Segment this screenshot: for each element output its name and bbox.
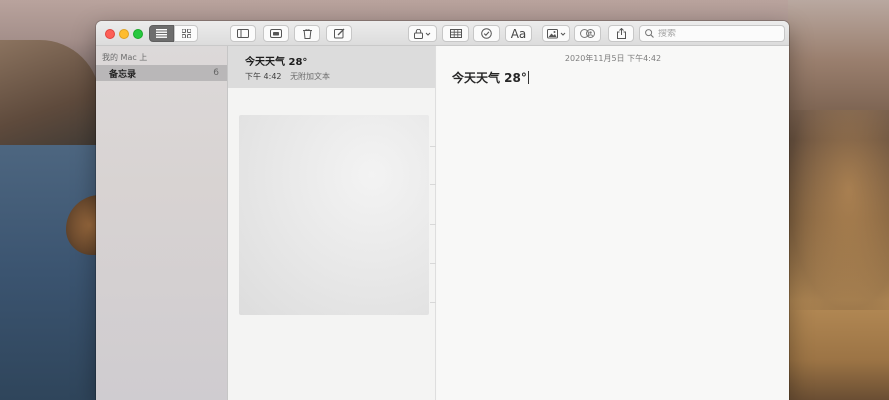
compose-icon — [333, 28, 345, 39]
sidebar-toggle-icon — [237, 29, 249, 38]
search-icon — [645, 29, 654, 38]
table-icon — [449, 29, 462, 38]
note-editor[interactable]: 2020年11月5日 下午4:42 今天天气 28° — [437, 46, 789, 400]
compose-button[interactable] — [326, 25, 352, 42]
list-divider — [430, 146, 436, 147]
desktop-sea — [0, 145, 100, 400]
desktop-hill — [0, 40, 100, 150]
sidebar-item-label: 备忘录 — [109, 69, 137, 80]
format-label: Aa — [510, 26, 527, 41]
add-people-icon — [580, 29, 595, 38]
note-thumbnail — [239, 115, 429, 315]
gallery-view-button[interactable] — [174, 25, 198, 42]
sidebar-item-notes[interactable]: 备忘录 6 — [96, 65, 227, 81]
search-input[interactable] — [658, 28, 778, 39]
sidebar-item-count: 6 — [213, 68, 219, 78]
list-item[interactable]: 今天天气 28° 下午 4:42 无附加文本 — [228, 46, 435, 88]
desktop-cliff-shade — [788, 110, 889, 310]
zoom-button[interactable] — [133, 29, 143, 39]
list-divider — [430, 302, 436, 303]
note-list: 今天天气 28° 下午 4:42 无附加文本 — [228, 46, 436, 400]
minimize-button[interactable] — [119, 29, 129, 39]
collaborate-button[interactable] — [574, 25, 601, 42]
search-field[interactable] — [639, 25, 785, 42]
format-button[interactable]: Aa — [505, 25, 532, 42]
list-divider — [430, 184, 436, 185]
folders-sidebar: 我的 Mac 上 备忘录 6 — [96, 46, 228, 400]
note-time: 下午 4:42 — [245, 72, 282, 81]
note-body[interactable]: 今天天气 28° — [452, 69, 529, 86]
note-date: 2020年11月5日 下午4:42 — [564, 54, 662, 63]
note-body-text: 今天天气 28° — [452, 71, 527, 85]
checklist-button[interactable] — [473, 25, 500, 42]
list-view-icon — [156, 29, 167, 38]
list-view-button[interactable] — [149, 25, 174, 42]
gallery-view-icon — [181, 29, 191, 38]
lock-button[interactable] — [408, 25, 437, 42]
list-divider — [430, 224, 436, 225]
list-divider — [430, 263, 436, 264]
sidebar-toggle-button[interactable] — [230, 25, 256, 42]
attachments-button[interactable] — [263, 25, 289, 42]
checklist-icon — [481, 28, 492, 39]
trash-icon — [302, 28, 312, 39]
close-button[interactable] — [105, 29, 115, 39]
toolbar: Aa — [96, 21, 789, 46]
lock-icon — [414, 28, 431, 39]
sidebar-section-label: 我的 Mac 上 — [102, 53, 148, 62]
text-caret — [527, 71, 529, 84]
table-button[interactable] — [442, 25, 469, 42]
attachments-icon — [270, 29, 282, 38]
note-title: 今天天气 28° — [245, 57, 308, 68]
note-preview: 无附加文本 — [290, 72, 331, 81]
share-button[interactable] — [608, 25, 634, 42]
share-icon — [616, 28, 626, 39]
photo-icon — [546, 28, 566, 39]
note-meta: 下午 4:42 无附加文本 — [245, 71, 435, 82]
notes-window: Aa 我的 Mac 上 备忘录 6 — [96, 21, 789, 400]
delete-button[interactable] — [294, 25, 320, 42]
media-button[interactable] — [542, 25, 570, 42]
